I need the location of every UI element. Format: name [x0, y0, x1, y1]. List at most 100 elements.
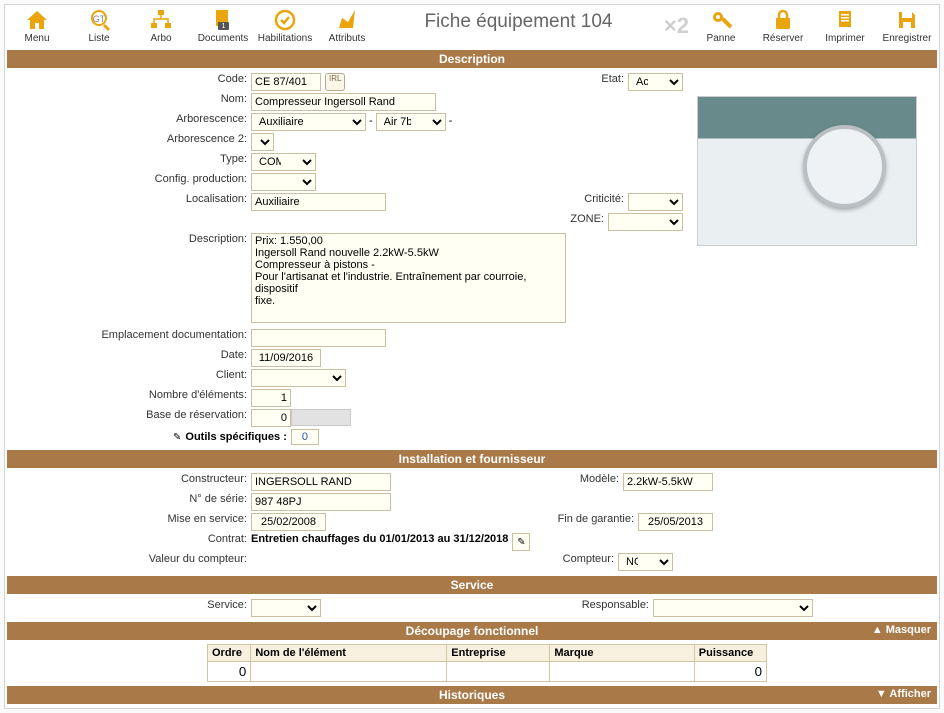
label-criticite: Criticité:: [428, 193, 628, 211]
decoupage-table: Ordre Nom de l'élément Entreprise Marque…: [207, 644, 767, 682]
toolbar-label: Réserver: [763, 33, 804, 44]
nserie-input[interactable]: [251, 493, 391, 511]
outils-count[interactable]: 0: [291, 429, 319, 445]
toolbar-label: Menu: [24, 33, 49, 44]
cell-marque[interactable]: [554, 664, 689, 679]
arborescence2-select[interactable]: [251, 133, 274, 151]
nom-input[interactable]: [251, 93, 436, 111]
fin-garantie-input[interactable]: [638, 513, 713, 531]
label-responsable: Responsable:: [563, 599, 653, 617]
doc-icon: 1: [208, 7, 238, 33]
contrat-text: Entretien chauffages du 01/01/2013 au 31…: [251, 533, 508, 551]
arbo-button[interactable]: Arbo: [135, 7, 187, 44]
attributs-button[interactable]: Attributs: [321, 7, 373, 44]
table-row[interactable]: [208, 662, 767, 682]
constructeur-input[interactable]: [251, 473, 391, 491]
cell-entreprise[interactable]: [451, 664, 545, 679]
label-emplacement-doc: Emplacement documentation:: [11, 329, 251, 347]
th-nom: Nom de l'élément: [251, 645, 447, 662]
label-arborescence2: Arborescence 2:: [11, 133, 251, 151]
reserver-button[interactable]: Réserver: [757, 7, 809, 44]
th-marque: Marque: [550, 645, 694, 662]
duplicate-indicator: ×2: [664, 7, 695, 39]
label-description: Description:: [11, 233, 251, 323]
label-contrat: Contrat:: [11, 533, 251, 551]
type-select[interactable]: COMP: [251, 153, 316, 171]
menu-button[interactable]: Menu: [11, 7, 63, 44]
code-input[interactable]: [251, 73, 321, 91]
cell-puissance[interactable]: [699, 664, 762, 679]
decoupage-toggle[interactable]: ▲ Masquer: [872, 624, 931, 636]
page-title: Fiche équipement 104: [424, 7, 612, 33]
zone-select[interactable]: [608, 213, 683, 231]
cell-nom[interactable]: [255, 664, 442, 679]
toolbar-label: Panne: [707, 33, 736, 44]
label-mise-service: Mise en service:: [11, 513, 251, 531]
label-type: Type:: [11, 153, 251, 171]
etat-select[interactable]: Actif: [628, 73, 683, 91]
label-nb-elements: Nombre d'éléments:: [11, 389, 251, 407]
section-description: Description: [7, 50, 937, 68]
label-constructeur: Constructeur:: [11, 473, 251, 491]
arborescence-select-2[interactable]: Air 7bar: [376, 113, 446, 131]
section-decoupage[interactable]: Découpage fonctionnel ▲ Masquer: [7, 622, 937, 640]
section-historiques[interactable]: Historiques ▼ Afficher: [7, 686, 937, 704]
label-code: Code:: [11, 73, 251, 91]
toolbar-label: Liste: [88, 33, 109, 44]
enregistrer-button[interactable]: Enregistrer: [881, 7, 933, 44]
client-select[interactable]: [251, 369, 346, 387]
svg-text:GT: GT: [93, 14, 106, 24]
th-ordre: Ordre: [208, 645, 251, 662]
modele-input[interactable]: [623, 473, 713, 491]
documents-button[interactable]: 1 Documents: [197, 7, 249, 44]
toolbar-label: Documents: [198, 33, 249, 44]
panne-button[interactable]: Panne: [695, 7, 747, 44]
label-nom: Nom:: [11, 93, 251, 111]
label-valeur-compteur: Valeur du compteur:: [11, 553, 251, 571]
toolbar-label: Enregistrer: [883, 33, 932, 44]
toolbar-label: Habilitations: [258, 33, 312, 44]
responsable-select[interactable]: [653, 599, 813, 617]
toolbar-label: Attributs: [329, 33, 366, 44]
save-icon: [892, 7, 922, 33]
criticite-select[interactable]: [628, 193, 683, 211]
compteur-select[interactable]: NON: [618, 553, 673, 571]
label-base-reserv: Base de réservation:: [11, 409, 251, 427]
home-icon: [22, 7, 52, 33]
service-select[interactable]: [251, 599, 321, 617]
svg-text:1: 1: [222, 23, 226, 30]
habil-icon: [270, 7, 300, 33]
label-date: Date:: [11, 349, 251, 367]
label-compteur: Compteur:: [538, 553, 618, 571]
mise-service-input[interactable]: [251, 513, 326, 531]
nb-elements-input[interactable]: [251, 389, 291, 407]
label-config-prod: Config. production:: [11, 173, 251, 191]
base-reserv-input[interactable]: [251, 409, 291, 427]
description-textarea[interactable]: [251, 233, 566, 323]
historiques-toggle[interactable]: ▼ Afficher: [876, 688, 931, 700]
toolbar-label: Imprimer: [825, 33, 864, 44]
th-entreprise: Entreprise: [447, 645, 550, 662]
base-reserv-unit: [291, 409, 351, 426]
pencil-icon[interactable]: ✎: [173, 432, 181, 443]
label-arborescence: Arborescence:: [11, 113, 251, 131]
label-outils: Outils spécifiques :: [185, 431, 286, 443]
config-prod-select[interactable]: [251, 173, 316, 191]
label-nserie: N° de série:: [11, 493, 251, 511]
emplacement-doc-input[interactable]: [251, 329, 386, 347]
toolbar-label: Arbo: [150, 33, 171, 44]
arborescence-select-1[interactable]: Auxiliaire: [251, 113, 366, 131]
cell-ordre[interactable]: [212, 664, 246, 679]
contrat-edit-icon[interactable]: ✎: [512, 533, 530, 551]
label-service: Service:: [11, 599, 251, 617]
code-badge: IRL: [325, 73, 345, 91]
tree-icon: [146, 7, 176, 33]
localisation-input[interactable]: [251, 193, 386, 211]
date-input[interactable]: [251, 349, 321, 367]
habilitations-button[interactable]: Habilitations: [259, 7, 311, 44]
imprimer-icon: [830, 7, 860, 33]
liste-button[interactable]: GT Liste: [73, 7, 125, 44]
th-puissance: Puissance: [694, 645, 766, 662]
imprimer-button[interactable]: Imprimer: [819, 7, 871, 44]
toolbar: Menu GT Liste Arbo 1 Documents Habilitations At…: [7, 5, 937, 46]
